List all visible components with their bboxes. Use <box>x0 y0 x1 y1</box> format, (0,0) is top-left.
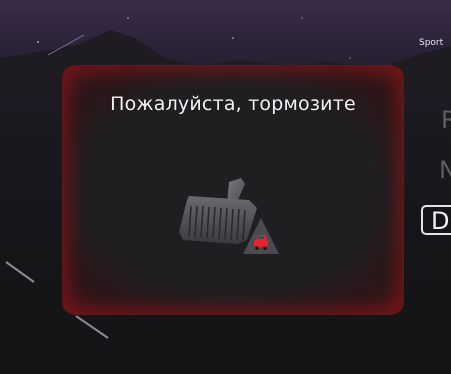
gear-r[interactable]: R <box>441 108 451 132</box>
alert-message: Пожалуйста, тормозите <box>110 93 356 115</box>
gear-n[interactable]: N <box>439 158 451 182</box>
brake-pedal-icon <box>179 178 279 254</box>
star <box>37 41 39 43</box>
road-line <box>75 315 109 339</box>
star <box>232 37 234 39</box>
star <box>349 57 351 59</box>
screen: Sport R N D Пожалуйста, тормозите <box>0 0 451 374</box>
star <box>301 17 303 19</box>
brake-alert-dialog: Пожалуйста, тормозите <box>63 66 403 314</box>
gear-d-selected[interactable]: D <box>421 205 451 235</box>
road-line <box>5 261 35 283</box>
drive-mode-label: Sport <box>419 38 444 48</box>
star <box>127 17 129 19</box>
